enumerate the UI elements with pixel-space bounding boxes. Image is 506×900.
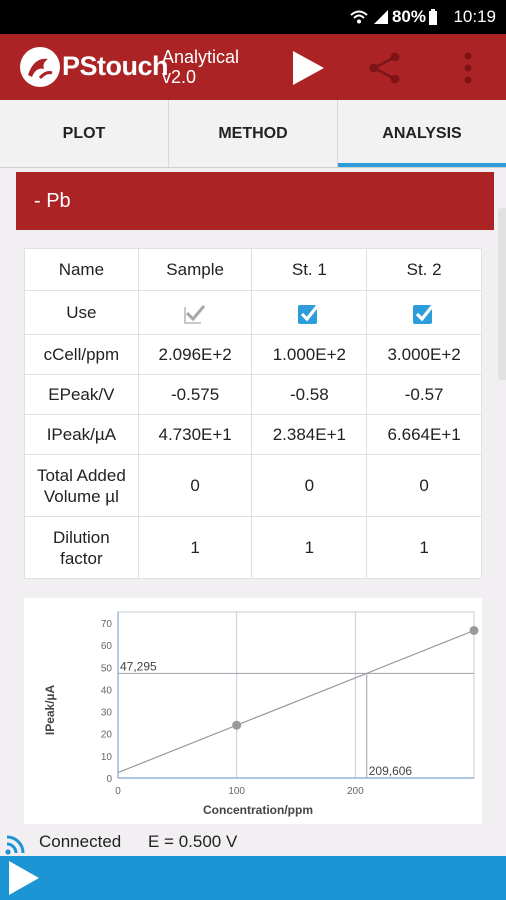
wifi-status-icon [350, 10, 368, 24]
tab-bar: PLOT METHOD ANALYSIS [0, 100, 506, 168]
row-label-epeak: EPeak/V [24, 374, 139, 415]
st2-use-checkbox-cell [366, 290, 482, 335]
chart-y-tick-label: 30 [101, 708, 113, 719]
header-st2: St. 2 [366, 248, 482, 291]
st2-epeak-value[interactable]: -0.57 [366, 374, 482, 415]
tab-method[interactable]: METHOD [169, 100, 338, 167]
pstouch-logo-icon [20, 47, 60, 87]
header-st1: St. 1 [251, 248, 368, 291]
connection-status-bar: Connected E = 0.500 V [0, 826, 506, 856]
row-label-dilution: Dilution factor [24, 516, 139, 579]
chart-sample-y-label: 47,295 [120, 659, 157, 673]
st1-use-checkbox-cell [251, 290, 368, 335]
sample-use-checkbox[interactable] [183, 301, 207, 325]
table-row: Dilution factor 1 1 1 [24, 516, 482, 579]
st2-use-checkbox[interactable] [412, 301, 436, 325]
sample-use-checkbox-cell [137, 290, 253, 335]
row-label-ipeak: IPeak/µA [24, 414, 139, 455]
row-label-use: Use [24, 290, 139, 335]
chart-x-tick-label: 200 [347, 786, 364, 797]
battery-level: 80% [391, 7, 426, 26]
row-label-dilution-line2: factor [60, 548, 103, 568]
table-header-row: Name Sample St. 1 St. 2 [24, 248, 482, 291]
chart-plot-border [117, 611, 475, 779]
st1-ipeak-value[interactable]: 2.384E+1 [251, 414, 368, 455]
chart-fit [117, 629, 475, 774]
row-label-added-volume-line2: Volume µl [43, 486, 119, 506]
tab-analysis[interactable]: ANALYSIS [338, 100, 506, 167]
chart-grid [117, 611, 475, 779]
chart-y-tick-label: 20 [101, 730, 113, 741]
battery-icon [429, 9, 437, 25]
table-row: Total Added Volume µl 0 0 0 [24, 454, 482, 517]
chart-y-tick-label: 10 [101, 752, 113, 763]
table-row: cCell/ppm 2.096E+2 1.000E+2 3.000E+2 [24, 334, 482, 375]
run-measurement-play-icon[interactable] [6, 860, 40, 896]
app-bar: PStouch Analytical v2.0 [0, 34, 506, 100]
st2-ccell-value[interactable]: 3.000E+2 [366, 334, 482, 375]
share-icon[interactable] [368, 52, 402, 84]
st1-ccell-value[interactable]: 1.000E+2 [251, 334, 368, 375]
chart-x-tick-label: 0 [115, 786, 121, 797]
potential-readout: E = 0.500 V [148, 832, 238, 851]
table-row: EPeak/V -0.575 -0.58 -0.57 [24, 374, 482, 415]
sample-ccell-value[interactable]: 2.096E+2 [137, 334, 253, 375]
clock: 10:19 [453, 7, 496, 26]
chart-x-axis-label: Concentration/ppm [203, 803, 313, 817]
status-bar: 80% 10:19 [0, 0, 506, 34]
row-label-added-volume-line1: Total Added [36, 465, 126, 485]
st1-epeak-value[interactable]: -0.58 [251, 374, 368, 415]
analysis-table: Name Sample St. 1 St. 2 Use cCell/ppm 2.… [24, 248, 482, 579]
chart-sample-marker: 47,295 209,606 [118, 659, 474, 778]
header-name: Name [24, 248, 139, 291]
bottom-action-bar [0, 856, 506, 900]
chart-x-tick-label: 100 [228, 786, 245, 797]
element-section-header[interactable]: - Pb [16, 172, 494, 230]
header-sample: Sample [137, 248, 253, 291]
chart-fit-line [117, 629, 475, 774]
st1-dilution-value[interactable]: 1 [251, 516, 368, 579]
row-label-ccell: cCell/ppm [24, 334, 139, 375]
play-icon[interactable] [290, 50, 326, 86]
chart-sample-x-label: 209,606 [369, 764, 413, 778]
chart-point [469, 626, 479, 636]
table-row-use: Use [24, 290, 482, 335]
chart-ticks: 0 10 20 30 40 50 60 70 0 100 200 [101, 619, 364, 797]
app-subtitle-line1: Analytical [162, 47, 240, 67]
status-icons [350, 9, 390, 25]
tab-plot[interactable]: PLOT [0, 100, 169, 167]
st1-use-checkbox[interactable] [297, 301, 321, 325]
st1-added-volume-value[interactable]: 0 [251, 454, 368, 517]
signal-icon [374, 10, 388, 24]
chart-y-tick-label: 60 [101, 641, 113, 652]
app-brand: PStouch [62, 51, 169, 81]
sample-dilution-value[interactable]: 1 [137, 516, 253, 579]
chart-y-tick-label: 50 [101, 663, 113, 674]
chart-axes [117, 612, 474, 779]
scroll-handle[interactable] [498, 208, 506, 380]
row-label-dilution-line1: Dilution [53, 527, 110, 547]
st2-ipeak-value[interactable]: 6.664E+1 [366, 414, 482, 455]
sample-added-volume-value[interactable]: 0 [137, 454, 253, 517]
chart-y-tick-label: 40 [101, 685, 113, 696]
chart-y-axis-label: IPeak/µA [43, 685, 57, 736]
chart-point [232, 720, 242, 730]
connection-signal-icon [5, 835, 25, 855]
app-subtitle: Analytical v2.0 [162, 47, 239, 87]
sample-epeak-value[interactable]: -0.575 [137, 374, 253, 415]
chart-y-tick-label: 70 [101, 619, 113, 630]
more-options-icon[interactable] [456, 50, 480, 86]
connection-status-label: Connected [39, 832, 122, 851]
st2-added-volume-value[interactable]: 0 [366, 454, 482, 517]
app-subtitle-line2: v2.0 [162, 67, 197, 87]
chart-y-tick-label: 0 [106, 774, 112, 785]
calibration-chart-svg: 47,295 209,606 0 10 20 30 40 50 60 70 0 100 200 Con… [43, 611, 479, 817]
st2-dilution-value[interactable]: 1 [366, 516, 482, 579]
sample-ipeak-value[interactable]: 4.730E+1 [137, 414, 253, 455]
row-label-added-volume: Total Added Volume µl [24, 454, 139, 517]
calibration-chart[interactable]: 47,295 209,606 0 10 20 30 40 50 60 70 0 100 200 Con… [24, 598, 482, 824]
table-row: IPeak/µA 4.730E+1 2.384E+1 6.664E+1 [24, 414, 482, 455]
